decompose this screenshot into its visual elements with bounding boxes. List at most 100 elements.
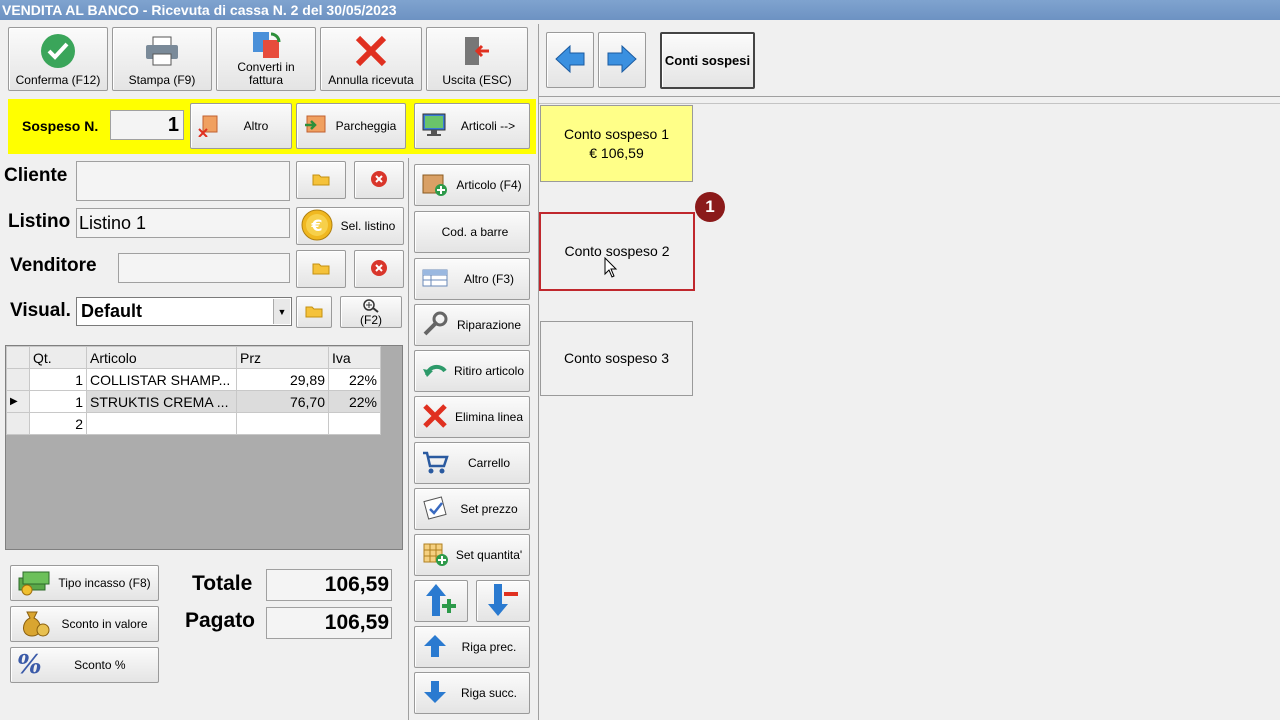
qty-cell[interactable]: 2 [29,412,87,435]
qty-cell[interactable]: 1 [29,390,87,413]
suspended-account-card-2[interactable]: Conto sospeso 2 [539,212,695,291]
customer-label: Cliente [4,165,68,186]
suspended-number-field[interactable]: 1 [110,110,184,140]
convert-icon [249,28,283,61]
account-name: Conto sospeso 1 [563,125,670,142]
customer-browse-button[interactable] [296,161,346,199]
previous-row-button[interactable]: Riga prec. [414,626,530,668]
customer-clear-button[interactable] [354,161,404,199]
list-grid-icon [421,266,449,293]
table-row[interactable]: ▶ 1 STRUKTIS CREMA ... 76,70 22% [6,390,381,413]
table-row[interactable]: 1 COLLISTAR SHAMP... 29,89 22% [6,368,381,391]
price-cell[interactable] [236,412,329,435]
seller-clear-button[interactable] [354,250,404,288]
article-cell[interactable]: COLLISTAR SHAMP... [86,368,237,391]
price-tag-icon [421,495,449,524]
cart-icon [421,449,449,478]
discount-value-label: Sconto in valore [61,617,148,631]
table-header-row: Qt. Articolo Prz Iva [6,346,381,369]
red-x-icon [353,28,389,74]
arrow-left-icon [554,44,586,77]
cancel-label: Annulla ricevuta [328,73,414,87]
account-amount: € 106,59 [589,144,644,161]
vat-cell[interactable]: 22% [328,390,381,413]
suspended-accounts-button[interactable]: Conti sospesi [660,32,755,89]
money-bag-icon [17,608,51,641]
table-row[interactable]: 2 [6,412,381,435]
other-action-label: Altro (F3) [463,272,514,286]
back-button[interactable] [546,32,594,88]
delete-line-button[interactable]: Elimina linea [414,396,530,438]
current-row-arrow-icon: ▶ [6,390,30,413]
article-cell[interactable]: STRUKTIS CREMA ... [86,390,237,413]
exit-door-icon [461,28,493,74]
cancel-receipt-button[interactable]: Annulla ricevuta [320,27,422,91]
payment-type-button[interactable]: Tipo incasso (F8) [10,565,159,601]
convert-invoice-button[interactable]: Converti in fattura [216,27,316,91]
suspended-account-card-3[interactable]: Conto sospeso 3 [540,321,693,396]
view-label: Visual. [10,300,71,321]
paid-value: 106,59 [266,607,392,639]
other-suspended-button[interactable]: Altro [190,103,292,149]
next-row-button[interactable]: Riga succ. [414,672,530,714]
clear-icon [370,170,388,191]
set-price-button[interactable]: Set prezzo [414,488,530,530]
items-grid[interactable]: Qt. Articolo Prz Iva 1 COLLISTAR SHAMP..… [5,345,403,550]
park-button[interactable]: Parcheggia [296,103,406,149]
vat-cell[interactable]: 22% [328,368,381,391]
total-label: Totale [192,572,253,595]
other-action-button[interactable]: Altro (F3) [414,258,530,300]
folder-icon [305,304,323,321]
forward-button[interactable] [598,32,646,88]
suspended-account-card-1[interactable]: Conto sospeso 1 € 106,59 [540,105,693,182]
price-cell[interactable]: 29,89 [236,368,329,391]
articles-button[interactable]: Articoli --> [414,103,530,149]
confirm-button[interactable]: Conferma (F12) [8,27,108,91]
add-article-button[interactable]: Articolo (F4) [414,164,530,206]
withdraw-article-button[interactable]: Ritiro articolo [414,350,530,392]
barcode-button[interactable]: Cod. a barre [414,211,530,253]
folder-icon [312,261,330,278]
pricelist-field[interactable]: Listino 1 [76,208,290,238]
seller-browse-button[interactable] [296,250,346,288]
article-cell[interactable] [86,412,237,435]
barcode-label: Cod. a barre [441,225,509,239]
customer-field[interactable] [76,161,290,201]
discount-percent-button[interactable]: % Sconto % [10,647,159,683]
increase-qty-button[interactable] [414,580,468,622]
vat-cell[interactable] [328,412,381,435]
right-toolbar-divider [539,96,1280,97]
mouse-cursor-icon [604,256,620,279]
price-header[interactable]: Prz [236,346,329,369]
article-header[interactable]: Articolo [86,346,237,369]
seller-field[interactable] [118,253,290,283]
repair-label: Riparazione [456,318,522,332]
repair-button[interactable]: Riparazione [414,304,530,346]
set-quantity-button[interactable]: Set quantita' [414,534,530,576]
qty-cell[interactable]: 1 [29,368,87,391]
print-button[interactable]: Stampa (F9) [112,27,212,91]
select-pricelist-button[interactable]: € Sel. listino [296,207,404,245]
panel-divider [538,24,539,720]
row-indicator-header [6,346,30,369]
price-cell[interactable]: 76,70 [236,390,329,413]
cart-button[interactable]: Carrello [414,442,530,484]
decrease-qty-button[interactable] [476,580,530,622]
vat-header[interactable]: Iva [328,346,381,369]
discount-value-button[interactable]: Sconto in valore [10,606,159,642]
view-select[interactable]: Default ▼ [76,297,292,326]
clear-icon [370,259,388,280]
exit-button[interactable]: Uscita (ESC) [426,27,528,91]
view-browse-button[interactable] [296,296,332,328]
park-label: Parcheggia [335,119,397,133]
qty-header[interactable]: Qt. [29,346,87,369]
row-indicator [6,412,30,435]
delete-line-label: Elimina linea [454,410,524,424]
seller-label: Venditore [10,255,97,276]
suspended-label: Sospeso N. [22,118,99,134]
column-divider [408,158,409,720]
set-quantity-label: Set quantita' [455,548,523,562]
zoom-button[interactable]: (F2) [340,296,402,328]
other-suspended-icon [197,113,221,140]
view-select-value: Default [81,301,143,321]
